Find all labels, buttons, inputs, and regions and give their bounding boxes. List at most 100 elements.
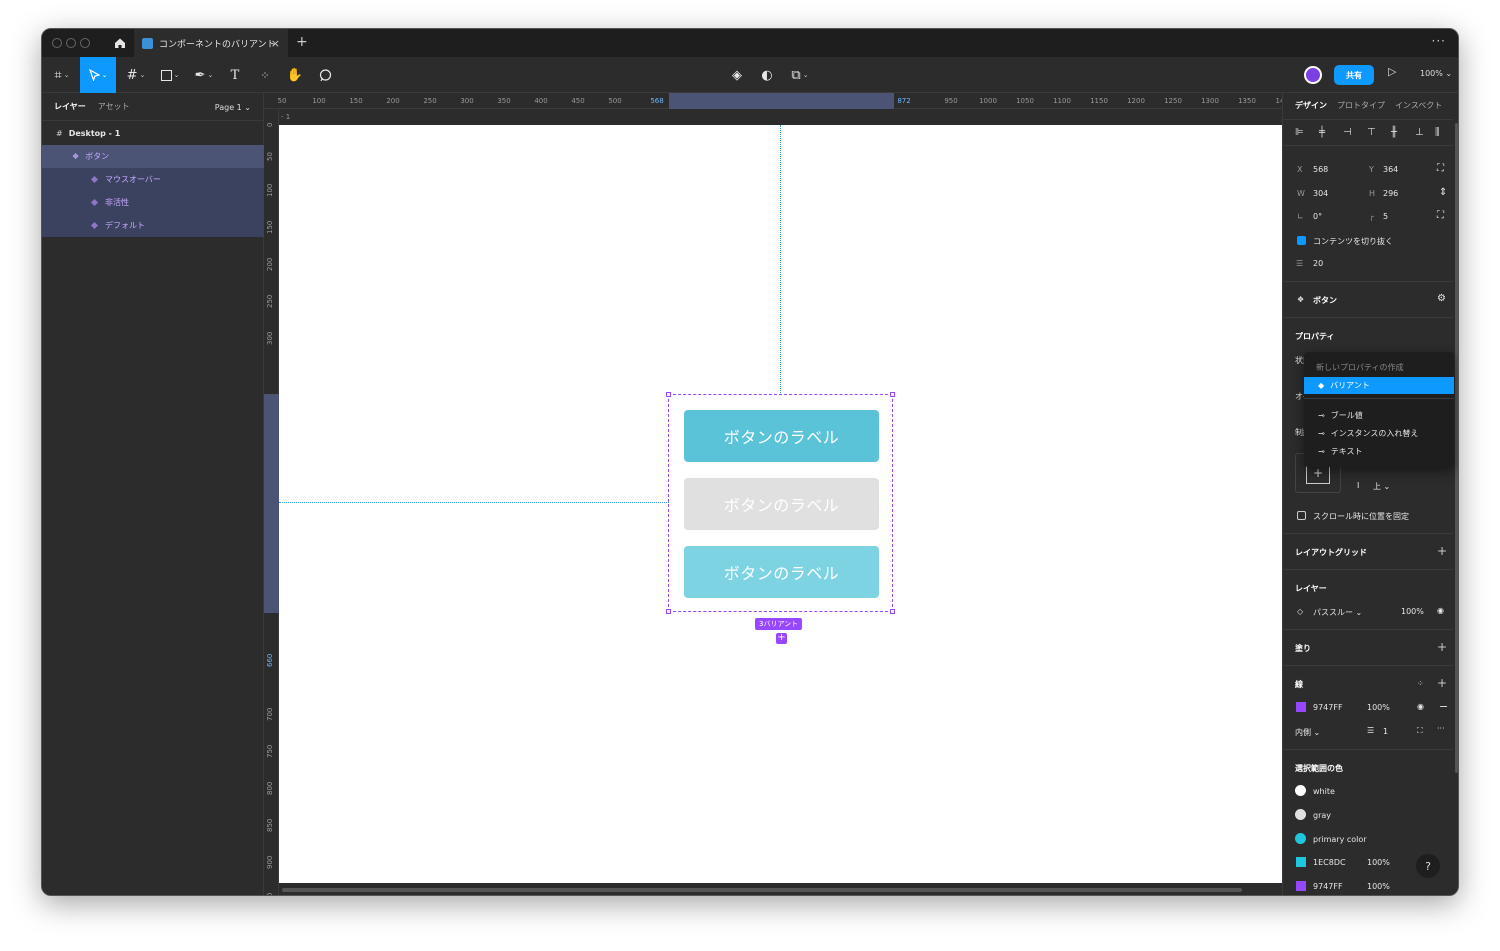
more-icon[interactable]: ··· bbox=[1432, 34, 1446, 48]
frame-label[interactable]: - 1 bbox=[281, 113, 290, 121]
comment-tool-button[interactable] bbox=[314, 57, 336, 93]
mask-tool-button[interactable]: ◐ bbox=[756, 57, 778, 93]
move-tool-button[interactable]: ⌄ bbox=[80, 57, 116, 93]
color-swatch-hex-1[interactable] bbox=[1296, 857, 1306, 867]
new-tab-button[interactable]: + bbox=[296, 34, 308, 50]
resize-handle-bl[interactable] bbox=[666, 609, 671, 614]
color-swatch-gray[interactable] bbox=[1295, 809, 1306, 820]
align-right-icon[interactable]: ⊣ bbox=[1343, 127, 1352, 138]
align-middle-v-icon[interactable]: ╫ bbox=[1391, 127, 1397, 138]
y-input[interactable]: 364 bbox=[1383, 165, 1398, 174]
variant-button-hover[interactable]: ボタンのラベル bbox=[684, 410, 879, 462]
align-bottom-icon[interactable]: ⊥ bbox=[1415, 127, 1424, 138]
figma-logo-icon: ⌗ bbox=[54, 67, 62, 83]
stroke-weight-input[interactable]: 1 bbox=[1383, 727, 1388, 736]
present-play-icon[interactable]: ▷ bbox=[1388, 65, 1396, 78]
color-swatch-white[interactable] bbox=[1295, 785, 1306, 796]
spacing-input[interactable]: 20 bbox=[1313, 259, 1323, 268]
tab-inspect[interactable]: インスペクト bbox=[1395, 100, 1442, 111]
distribute-icon[interactable]: ⫼ bbox=[1435, 127, 1440, 138]
page-selector[interactable]: Page 1 ⌄ bbox=[215, 103, 251, 112]
user-avatar[interactable] bbox=[1304, 66, 1322, 84]
pen-tool-button[interactable]: ✒ ⌄ bbox=[190, 57, 218, 93]
rotation-input[interactable]: 0° bbox=[1313, 212, 1322, 221]
eye-icon[interactable]: ◉ bbox=[1417, 702, 1424, 711]
layer-variant-default[interactable]: デフォルト bbox=[42, 214, 264, 237]
main-menu-button[interactable]: ⌗ ⌄ bbox=[48, 57, 76, 93]
width-input[interactable]: 304 bbox=[1313, 189, 1328, 198]
help-button[interactable]: ? bbox=[1416, 854, 1440, 878]
minimize-window-button[interactable] bbox=[66, 38, 76, 48]
add-layout-grid-icon[interactable]: + bbox=[1437, 544, 1447, 558]
stroke-sides-icon[interactable]: ⛶ bbox=[1417, 726, 1423, 736]
layer-opacity-input[interactable]: 100% bbox=[1401, 607, 1424, 616]
stroke-more-icon[interactable]: ··· bbox=[1437, 724, 1445, 733]
share-button[interactable]: 共有 bbox=[1334, 65, 1374, 85]
menu-item-boolean[interactable]: ⊸ ブール値 bbox=[1304, 407, 1454, 424]
component-set-frame[interactable]: ボタンのラベル ボタンのラベル ボタンのラベル bbox=[666, 392, 895, 614]
text-tool-button[interactable]: T bbox=[224, 57, 246, 93]
layer-desktop-1[interactable]: # Desktop - 1 bbox=[42, 122, 264, 145]
close-window-button[interactable] bbox=[52, 38, 62, 48]
shape-tool-button[interactable]: ⌄ bbox=[156, 57, 184, 93]
fix-position-checkbox[interactable] bbox=[1297, 511, 1306, 520]
align-top-icon[interactable]: ⊤ bbox=[1367, 127, 1376, 138]
close-tab-icon[interactable]: × bbox=[271, 37, 280, 50]
stroke-opacity-input[interactable]: 100% bbox=[1367, 703, 1390, 712]
add-fill-icon[interactable]: + bbox=[1437, 640, 1447, 654]
add-stroke-icon[interactable]: + bbox=[1437, 676, 1447, 690]
horizontal-scrollbar[interactable] bbox=[279, 883, 1282, 895]
scrollbar-thumb[interactable] bbox=[282, 888, 1242, 892]
color-hex[interactable]: 9747FF bbox=[1313, 882, 1343, 891]
color-opacity[interactable]: 100% bbox=[1367, 882, 1390, 891]
color-hex[interactable]: 1EC8DC bbox=[1313, 858, 1346, 867]
layer-variant-disabled[interactable]: 非活性 bbox=[42, 191, 264, 214]
add-variant-button[interactable]: + bbox=[776, 633, 787, 644]
home-button[interactable] bbox=[106, 29, 134, 57]
corner-radius-input[interactable]: 5 bbox=[1383, 212, 1388, 221]
remove-stroke-icon[interactable]: − bbox=[1439, 700, 1448, 713]
file-tab[interactable]: コンポーネントのバリアント × bbox=[134, 29, 288, 57]
align-left-icon[interactable]: ⊫ bbox=[1295, 127, 1304, 138]
zoom-window-button[interactable] bbox=[80, 38, 90, 48]
absolute-position-icon[interactable]: ⛶ bbox=[1437, 163, 1444, 174]
tab-prototype[interactable]: プロトタイプ bbox=[1337, 100, 1385, 111]
resources-button[interactable]: ⁘ bbox=[254, 57, 276, 93]
independent-corners-icon[interactable]: ⛶ bbox=[1437, 210, 1444, 221]
constrain-proportions-icon[interactable]: ⇕ bbox=[1439, 187, 1447, 198]
color-swatch-primary[interactable] bbox=[1295, 833, 1306, 844]
eye-icon[interactable]: ◉ bbox=[1437, 606, 1444, 615]
variant-button-default[interactable]: ボタンのラベル bbox=[684, 546, 879, 598]
variant-button-disabled[interactable]: ボタンのラベル bbox=[684, 478, 879, 530]
boolean-tool-button[interactable]: ⧉ ⌄ bbox=[786, 57, 814, 93]
layer-button-component-set[interactable]: ❖ ボタン bbox=[42, 145, 264, 168]
color-opacity[interactable]: 100% bbox=[1367, 858, 1390, 867]
align-center-h-icon[interactable]: ╪ bbox=[1319, 127, 1325, 138]
vertical-constraint-select[interactable]: 上 ⌄ bbox=[1373, 481, 1390, 492]
resize-handle-tl[interactable] bbox=[666, 392, 671, 397]
stroke-position-select[interactable]: 内側 ⌄ bbox=[1295, 727, 1320, 738]
clip-content-checkbox[interactable] bbox=[1297, 236, 1306, 245]
blend-mode-select[interactable]: パススルー ⌄ bbox=[1313, 607, 1362, 618]
x-input[interactable]: 568 bbox=[1313, 165, 1328, 174]
component-tool-button[interactable]: ◈ bbox=[726, 57, 748, 93]
zoom-dropdown[interactable]: 100% ⌄ bbox=[1420, 69, 1452, 78]
component-settings-icon[interactable]: ⚙ bbox=[1437, 293, 1446, 304]
color-swatch-hex-2[interactable] bbox=[1296, 881, 1306, 891]
tab-design[interactable]: デザイン bbox=[1295, 100, 1327, 111]
menu-item-variant[interactable]: ◆ バリアント bbox=[1304, 377, 1454, 394]
tab-layers[interactable]: レイヤー bbox=[54, 101, 86, 112]
stroke-hex-input[interactable]: 9747FF bbox=[1313, 703, 1343, 712]
menu-item-instance-swap[interactable]: ⊸ インスタンスの入れ替え bbox=[1304, 425, 1454, 442]
layer-variant-hover[interactable]: マウスオーバー bbox=[42, 168, 264, 191]
stroke-swatch[interactable] bbox=[1296, 702, 1306, 712]
right-panel-scrollbar[interactable] bbox=[1455, 123, 1458, 773]
styles-icon[interactable]: ⁘ bbox=[1417, 679, 1424, 688]
hand-tool-button[interactable]: ✋ bbox=[284, 57, 306, 93]
height-input[interactable]: 296 bbox=[1383, 189, 1398, 198]
resize-handle-tr[interactable] bbox=[890, 392, 895, 397]
resize-handle-br[interactable] bbox=[890, 609, 895, 614]
frame-tool-button[interactable]: # ⌄ bbox=[122, 57, 150, 93]
tab-assets[interactable]: アセット bbox=[98, 101, 130, 112]
menu-item-text[interactable]: ⊸ テキスト bbox=[1304, 443, 1454, 460]
